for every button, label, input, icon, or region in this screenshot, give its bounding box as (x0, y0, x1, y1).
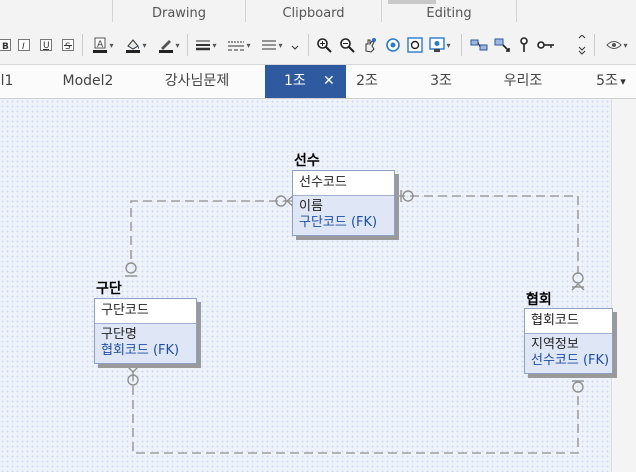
entity-attributes: 이름 구단코드 (FK) (293, 196, 394, 235)
underline-icon[interactable]: U (39, 35, 53, 55)
document-tab-bar: l1 Model2 강사님문제 1조 ✕ 2조 3조 우리조 5조 ▾ (0, 65, 636, 99)
entity-association[interactable]: 협회코드 지역정보 선수코드 (FK) (524, 308, 613, 374)
entity-title-association: 협회 (526, 292, 552, 308)
relationship-icon[interactable] (468, 35, 490, 55)
tab-team1-label: 1조 (284, 73, 306, 89)
align-icon[interactable]: ▾ (258, 35, 286, 55)
editing-more-icon[interactable] (576, 35, 588, 55)
entity-player[interactable]: 선수코드 이름 구단코드 (FK) (292, 170, 395, 236)
foreign-key-attribute: 협회코드 (FK) (101, 343, 180, 358)
svg-text:S: S (65, 42, 71, 51)
svg-text:B: B (2, 42, 9, 51)
entity-attributes: 구단명 협회코드 (FK) (95, 324, 196, 363)
line-color-icon[interactable]: ▾ (154, 35, 184, 55)
ribbon-toolbar: B I U S A ▾ ▾ ▾ ▾ ▾ ▾ ▾ ▾ (0, 30, 636, 60)
key-pin-icon[interactable] (515, 35, 533, 55)
svg-text:A: A (97, 40, 104, 50)
tab-model1[interactable]: l1 (0, 65, 20, 98)
tab-our-team[interactable]: 우리조 (494, 65, 552, 98)
vertical-scrollbar[interactable] (611, 99, 636, 472)
primary-key-attribute: 선수코드 (293, 171, 394, 196)
tab-team3[interactable]: 3조 (418, 65, 464, 98)
close-tab-icon[interactable]: ✕ (323, 65, 337, 98)
entity-attributes: 지역정보 선수코드 (FK) (525, 334, 612, 373)
attribute: 이름 (299, 199, 323, 214)
line-weight-icon[interactable]: ▾ (193, 35, 219, 55)
ribbon-group-editing: Editing (426, 6, 472, 21)
strikethrough-icon[interactable]: S (61, 35, 75, 55)
zoom-page-icon[interactable]: ▾ (426, 35, 454, 55)
zoom-out-icon[interactable] (337, 35, 357, 55)
line-style-icon[interactable]: ▾ (225, 35, 253, 55)
more-chevron-icon[interactable] (289, 35, 301, 55)
tab-team2[interactable]: 2조 (344, 65, 390, 98)
svg-text:I: I (22, 42, 25, 51)
entity-title-club: 구단 (96, 281, 122, 297)
primary-key-attribute: 구단코드 (95, 299, 196, 324)
tab-instructor-problem[interactable]: 강사님문제 (152, 65, 242, 98)
zoom-selection-icon[interactable] (405, 35, 425, 55)
zoom-fit-icon[interactable] (383, 35, 403, 55)
italic-icon[interactable]: I (17, 35, 31, 55)
ribbon-group-clipboard: Clipboard (282, 6, 345, 21)
subtype-icon[interactable] (492, 35, 514, 55)
bold-icon[interactable]: B (0, 35, 12, 55)
ribbon-group-labels: Drawing Clipboard Editing (0, 0, 636, 28)
attribute: 지역정보 (531, 337, 579, 352)
primary-key-attribute: 협회코드 (525, 309, 612, 334)
ribbon: Drawing Clipboard Editing B I U S A ▾ ▾ ▾ (0, 0, 636, 65)
tab-overflow-icon[interactable]: ▾ (617, 65, 629, 98)
fill-color-icon[interactable]: ▾ (121, 35, 151, 55)
foreign-key-attribute: 선수코드 (FK) (531, 353, 610, 368)
tab-model2[interactable]: Model2 (52, 65, 124, 98)
foreign-key-attribute: 구단코드 (FK) (299, 215, 378, 230)
attribute: 구단명 (101, 327, 137, 342)
entity-club[interactable]: 구단코드 구단명 협회코드 (FK) (94, 298, 197, 364)
key-icon[interactable] (535, 35, 557, 55)
view-options-icon[interactable]: ▾ (600, 35, 634, 55)
ribbon-group-drawing: Drawing (151, 6, 207, 21)
font-color-icon[interactable]: A ▾ (88, 35, 118, 55)
zoom-in-icon[interactable] (314, 35, 334, 55)
entity-title-player: 선수 (294, 153, 320, 169)
pan-hand-icon[interactable] (360, 35, 380, 55)
